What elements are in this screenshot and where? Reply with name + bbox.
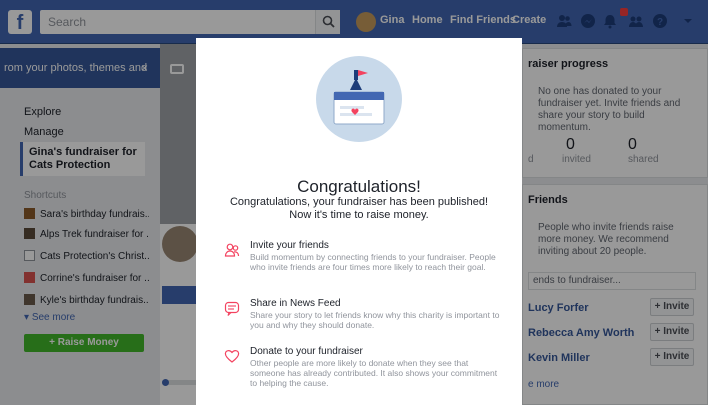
- dialog-title: Congratulations!: [297, 177, 421, 196]
- news-feed-icon: [224, 301, 240, 316]
- heart-icon: [224, 350, 240, 363]
- step-title: Donate to your fundraiser: [250, 346, 363, 357]
- published-card-icon: [333, 70, 385, 125]
- step-title: Share in News Feed: [250, 298, 341, 309]
- fundraiser-published-illustration: [316, 56, 402, 142]
- step-description: Other people are more likely to donate w…: [250, 358, 498, 388]
- dialog-subtitle: Congratulations, your fundraiser has bee…: [229, 196, 489, 221]
- step-description: Build momentum by connecting friends to …: [250, 252, 496, 272]
- step-description: Share your story to let friends know why…: [250, 310, 500, 330]
- congratulations-dialog: Congratulations! Congratulations, your f…: [196, 38, 522, 405]
- step-title: Invite your friends: [250, 240, 329, 251]
- friends-icon: [224, 243, 240, 257]
